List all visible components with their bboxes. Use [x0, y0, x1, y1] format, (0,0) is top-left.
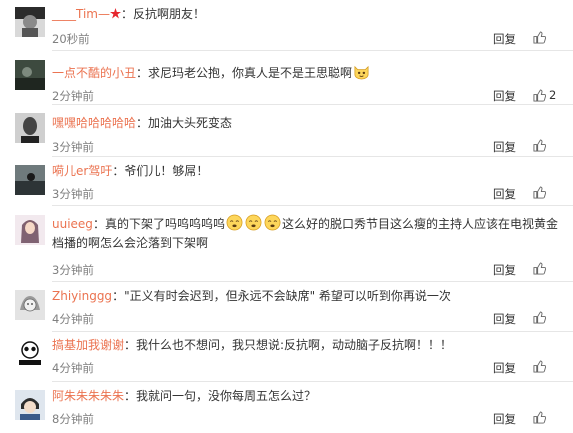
- comment-item: 阿朱朱朱朱朱：我就问一句，没你每周五怎么过？ 8分钟前 回复: [0, 382, 573, 433]
- like-button[interactable]: [533, 139, 546, 152]
- username-link[interactable]: 嗬儿er驾吁: [52, 164, 112, 178]
- timestamp: 3分钟前: [52, 263, 94, 277]
- comment-line: 嘿嘿哈哈哈哈哈：加油大头死变态: [52, 114, 563, 133]
- username-link[interactable]: Zhiyinggg: [52, 289, 112, 303]
- username-link[interactable]: uuieeg: [52, 217, 93, 231]
- comment-text: ：加油大头死变态: [136, 116, 233, 130]
- like-button[interactable]: [533, 31, 546, 44]
- like-button[interactable]: [533, 411, 546, 424]
- username-link[interactable]: 一点不酷的小丑: [52, 66, 136, 80]
- reply-button[interactable]: 回复: [493, 139, 516, 155]
- reply-button[interactable]: 回复: [493, 31, 516, 47]
- username-link[interactable]: 嘿嘿哈哈哈哈哈: [52, 116, 136, 130]
- timestamp: 4分钟前: [52, 361, 94, 375]
- comment-item: uuieeg：真的下架了吗呜呜呜呜 这么好的脱口秀节目这么瘦的主持人应该在电视黄金…: [0, 206, 573, 281]
- comment-text: ：真的下架了吗呜呜呜呜: [92, 217, 225, 231]
- thumbs-up-icon: [533, 139, 546, 152]
- timestamp: 2分钟前: [52, 89, 94, 103]
- thumbs-up-icon: [533, 186, 546, 199]
- thumbs-up-icon: [533, 262, 546, 275]
- avatar[interactable]: [15, 390, 45, 420]
- username-link[interactable]: ____Tim—: [52, 7, 110, 21]
- username-link[interactable]: 搞基加我谢谢: [52, 338, 124, 352]
- comment-item: 嗬儿er驾吁：爷们儿！够屌！ 3分钟前 回复: [0, 157, 573, 206]
- comment-item: Zhiyinggg："正义有时会迟到，但永远不会缺席" 希望可以听到你再说一次 …: [0, 282, 573, 331]
- avatar[interactable]: [15, 113, 45, 143]
- reply-button[interactable]: 回复: [493, 186, 516, 202]
- reply-button[interactable]: 回复: [493, 411, 516, 427]
- avatar[interactable]: [15, 7, 45, 37]
- like-button[interactable]: [533, 311, 546, 324]
- comment-line: ____Tim— ：反抗啊朋友！: [52, 5, 563, 24]
- reply-button[interactable]: 回复: [493, 311, 516, 327]
- comment-item: 嘿嘿哈哈哈哈哈：加油大头死变态 3分钟前 回复: [0, 105, 573, 157]
- thumbs-up-icon: [533, 88, 546, 102]
- avatar[interactable]: [15, 165, 45, 195]
- comment-text: ：我什么也不想问，我只想说:反抗啊，动动脑子反抗啊！！！: [124, 338, 453, 352]
- crying-face-emoji-icon: [264, 214, 281, 231]
- thumbs-up-icon: [533, 360, 546, 373]
- comment-text: ：反抗啊朋友！: [120, 7, 205, 21]
- avatar[interactable]: [15, 60, 45, 90]
- timestamp: 3分钟前: [52, 187, 94, 201]
- thumbs-up-icon: [533, 411, 546, 424]
- avatar[interactable]: [15, 215, 45, 245]
- red-star-badge-icon: [109, 8, 121, 19]
- comment-line: 嗬儿er驾吁：爷们儿！够屌！: [52, 162, 563, 181]
- comment-text: ：我就问一句，没你每周五怎么过？: [124, 389, 317, 403]
- timestamp: 20秒前: [52, 32, 90, 46]
- reply-button[interactable]: 回复: [493, 88, 516, 104]
- crying-face-emoji-icon: [226, 214, 243, 231]
- avatar[interactable]: [15, 338, 45, 368]
- like-button[interactable]: 2: [533, 88, 556, 102]
- avatar[interactable]: [15, 290, 45, 320]
- reply-button[interactable]: 回复: [493, 262, 516, 278]
- like-button[interactable]: [533, 262, 546, 275]
- comment-item: ____Tim— ：反抗啊朋友！ 20秒前 回复: [0, 0, 573, 50]
- thumbs-up-icon: [533, 311, 546, 324]
- username-link[interactable]: 阿朱朱朱朱朱: [52, 389, 124, 403]
- comment-text: ：爷们儿！够屌！: [112, 164, 209, 178]
- like-button[interactable]: [533, 186, 546, 199]
- crying-face-emoji-icon: [245, 214, 262, 231]
- timestamp: 3分钟前: [52, 140, 94, 154]
- comment-item: 一点不酷的小丑：求尼玛老公抱，你真人是不是王思聪啊 2分钟前 回复 2: [0, 51, 573, 105]
- comment-line: Zhiyinggg："正义有时会迟到，但永远不会缺席" 希望可以听到你再说一次: [52, 287, 563, 306]
- like-button[interactable]: [533, 360, 546, 373]
- comment-line: 搞基加我谢谢：我什么也不想问，我只想说:反抗啊，动动脑子反抗啊！！！: [52, 336, 563, 355]
- comment-line: 阿朱朱朱朱朱：我就问一句，没你每周五怎么过？: [52, 387, 563, 406]
- thumbs-up-icon: [533, 31, 546, 44]
- reply-button[interactable]: 回复: [493, 360, 516, 376]
- timestamp: 4分钟前: [52, 312, 94, 326]
- timestamp: 8分钟前: [52, 412, 94, 426]
- comment-text: ：求尼玛老公抱，你真人是不是王思聪啊: [136, 66, 353, 80]
- comment-line: 一点不酷的小丑：求尼玛老公抱，你真人是不是王思聪啊: [52, 63, 563, 83]
- comment-item: 搞基加我谢谢：我什么也不想问，我只想说:反抗啊，动动脑子反抗啊！！！ 4分钟前 …: [0, 332, 573, 381]
- like-count: 2: [549, 88, 557, 102]
- cat-face-emoji-icon: [354, 65, 369, 80]
- comment-line: uuieeg：真的下架了吗呜呜呜呜 这么好的脱口秀节目这么瘦的主持人应该在电视黄金…: [52, 214, 567, 253]
- comment-text: ："正义有时会迟到，但永远不会缺席" 希望可以听到你再说一次: [112, 289, 451, 303]
